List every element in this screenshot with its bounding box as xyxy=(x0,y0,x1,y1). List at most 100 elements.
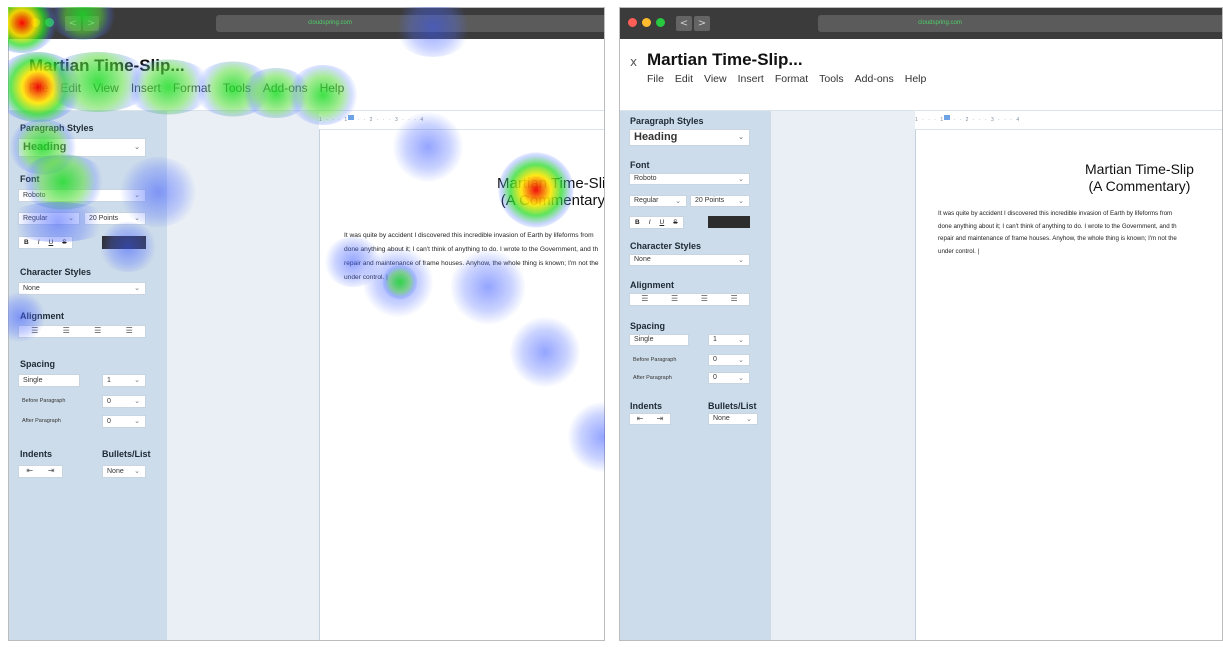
font-weight-select[interactable]: Regular ⌄ xyxy=(18,212,80,225)
font-select[interactable]: Roboto ⌄ xyxy=(18,189,146,202)
before-paragraph-select[interactable]: 0 ⌄ xyxy=(708,354,750,366)
document-body[interactable]: It was quite by accident I discovered th… xyxy=(938,208,1222,258)
font-weight-select[interactable]: Regular ⌄ xyxy=(629,195,687,207)
after-paragraph-value: 0 xyxy=(107,418,111,425)
paragraph-style-select[interactable]: Heading ⌄ xyxy=(18,138,146,157)
close-window-icon[interactable] xyxy=(628,18,637,27)
paragraph-style-select[interactable]: Heading ⌄ xyxy=(629,129,750,146)
font-size-select[interactable]: 20 Points ⌄ xyxy=(690,195,750,207)
page-gutter xyxy=(167,111,319,640)
forward-icon[interactable]: > xyxy=(83,16,99,31)
font-label: Font xyxy=(630,160,650,170)
font-size-select[interactable]: 20 Points ⌄ xyxy=(84,212,146,225)
indent-increase-icon[interactable]: ⇥ xyxy=(48,466,55,477)
italic-button[interactable]: I xyxy=(649,219,651,226)
body-line: repair and maintenance of frame houses. … xyxy=(344,260,599,267)
menu-tools[interactable]: Tools xyxy=(819,73,844,85)
body-line: done anything about it; I can't think of… xyxy=(344,246,599,253)
before-paragraph-select[interactable]: 0 ⌄ xyxy=(102,395,146,408)
align-center-icon[interactable]: ☰ xyxy=(671,294,678,305)
close-window-icon[interactable] xyxy=(17,18,26,27)
bullets-select[interactable]: None ⌄ xyxy=(102,465,146,478)
font-size-value: 20 Points xyxy=(695,197,725,204)
align-left-icon[interactable]: ☰ xyxy=(31,326,38,337)
body-line: It was quite by accident I discovered th… xyxy=(938,210,1173,217)
align-center-icon[interactable]: ☰ xyxy=(63,326,70,337)
italic-button[interactable]: I xyxy=(38,239,40,246)
document-body[interactable]: It was quite by accident I discovered th… xyxy=(344,229,604,285)
text-color-picker[interactable] xyxy=(102,236,146,249)
indent-marker-icon[interactable] xyxy=(944,115,950,120)
menu-view[interactable]: View xyxy=(93,81,119,95)
menu-file[interactable]: File xyxy=(647,73,664,85)
menu-addons[interactable]: Add-ons xyxy=(855,73,894,85)
document-page[interactable]: 1 · · · 1 · · · 2 · · · 3 · · · 4 Martia… xyxy=(319,111,604,640)
url-bar[interactable]: cloudspring.com xyxy=(818,15,1222,32)
indent-decrease-icon[interactable]: ⇤ xyxy=(637,414,644,424)
align-justify-icon[interactable]: ☰ xyxy=(731,294,738,305)
menu-edit[interactable]: Edit xyxy=(60,81,81,95)
spacing-label: Spacing xyxy=(630,321,666,331)
character-style-select[interactable]: None ⌄ xyxy=(18,282,146,295)
maximize-window-icon[interactable] xyxy=(45,18,54,27)
minimize-window-icon[interactable] xyxy=(642,18,651,27)
menu-addons[interactable]: Add-ons xyxy=(263,81,308,95)
close-icon[interactable]: x xyxy=(630,55,637,69)
document-heading[interactable]: Martian Time-Slip (A Commentary) xyxy=(497,175,605,209)
font-select[interactable]: Roboto ⌄ xyxy=(629,173,750,185)
menu-bar: File Edit View Insert Format Tools Add-o… xyxy=(647,73,926,85)
underline-button[interactable]: U xyxy=(660,219,665,226)
indents-label: Indents xyxy=(630,401,663,411)
line-spacing-select[interactable]: Single xyxy=(629,334,689,346)
bullets-select[interactable]: None ⌄ xyxy=(708,413,758,425)
minimize-window-icon[interactable] xyxy=(31,18,40,27)
document-title: Martian Time-Slip... xyxy=(29,56,185,75)
menu-file[interactable]: File xyxy=(29,81,48,95)
after-paragraph-select[interactable]: 0 ⌄ xyxy=(102,415,146,428)
window-titlebar: < > cloudspring.com xyxy=(9,8,604,39)
bold-button[interactable]: B xyxy=(24,239,29,246)
body-line: repair and maintenance of frame houses. … xyxy=(938,235,1177,242)
indent-decrease-icon[interactable]: ⇤ xyxy=(26,466,33,477)
align-right-icon[interactable]: ☰ xyxy=(701,294,708,305)
back-icon[interactable]: < xyxy=(65,16,81,31)
character-style-select[interactable]: None ⌄ xyxy=(629,254,750,266)
back-icon[interactable]: < xyxy=(676,16,692,31)
line-spacing-value-select[interactable]: 1 ⌄ xyxy=(708,334,750,346)
menu-insert[interactable]: Insert xyxy=(738,73,764,85)
after-paragraph-select[interactable]: 0 ⌄ xyxy=(708,372,750,384)
indent-increase-icon[interactable]: ⇥ xyxy=(657,414,664,424)
menu-tools[interactable]: Tools xyxy=(223,81,251,95)
menu-format[interactable]: Format xyxy=(173,81,211,95)
character-style-value: None xyxy=(634,256,651,263)
forward-icon[interactable]: > xyxy=(694,16,710,31)
bullets-label: Bullets/List xyxy=(102,449,151,459)
maximize-window-icon[interactable] xyxy=(656,18,665,27)
align-left-icon[interactable]: ☰ xyxy=(641,294,648,305)
chevron-down-icon: ⌄ xyxy=(134,191,140,199)
menu-view[interactable]: View xyxy=(704,73,727,85)
document-title: Martian Time-Slip... xyxy=(647,50,803,69)
line-spacing-value-select[interactable]: 1 ⌄ xyxy=(102,374,146,387)
underline-button[interactable]: U xyxy=(49,239,54,246)
menu-help[interactable]: Help xyxy=(905,73,927,85)
strikethrough-button[interactable]: S xyxy=(673,219,677,226)
menu-edit[interactable]: Edit xyxy=(675,73,693,85)
document-heading[interactable]: Martian Time-Slip (A Commentary) xyxy=(1085,161,1194,195)
align-justify-icon[interactable]: ☰ xyxy=(126,326,133,337)
menu-format[interactable]: Format xyxy=(775,73,808,85)
heading-line-2: (A Commentary) xyxy=(500,192,605,209)
bold-button[interactable]: B xyxy=(635,219,640,226)
text-color-picker[interactable] xyxy=(708,216,750,228)
document-page[interactable]: 1 · · · 1 · · · 2 · · · 3 · · · 4 Martia… xyxy=(915,111,1222,640)
paragraph-styles-label: Paragraph Styles xyxy=(20,123,94,133)
align-right-icon[interactable]: ☰ xyxy=(94,326,101,337)
indent-marker-icon[interactable] xyxy=(348,115,354,120)
font-size-value: 20 Points xyxy=(89,215,119,222)
line-spacing-select[interactable]: Single xyxy=(18,374,80,387)
url-bar[interactable]: cloudspring.com xyxy=(216,15,604,32)
chevron-down-icon: ⌄ xyxy=(738,374,744,382)
strikethrough-button[interactable]: S xyxy=(62,239,66,246)
menu-insert[interactable]: Insert xyxy=(131,81,161,95)
menu-help[interactable]: Help xyxy=(320,81,345,95)
